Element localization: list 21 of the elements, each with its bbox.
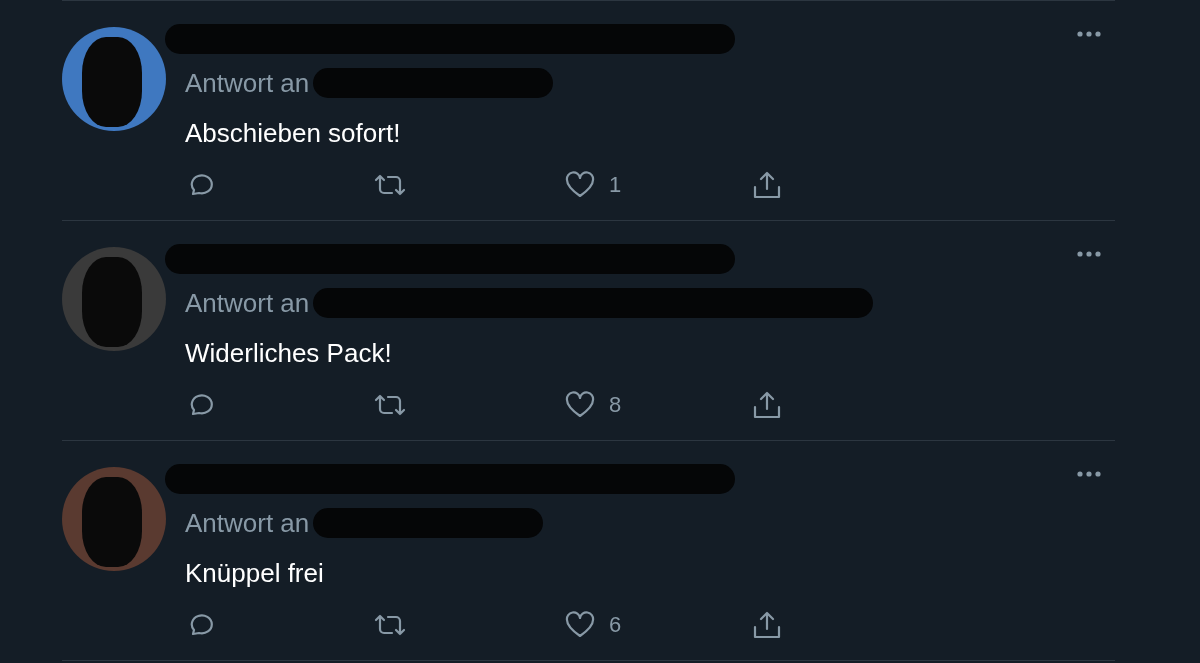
more-icon[interactable]	[1077, 251, 1101, 257]
reply-label: Antwort an	[185, 507, 310, 540]
tweet-text: Widerliches Pack!	[185, 337, 393, 370]
retweet-icon[interactable]	[373, 392, 407, 418]
reply-label: Antwort an	[185, 287, 310, 320]
reply-label: Antwort an	[185, 67, 310, 100]
share-icon[interactable]	[752, 610, 782, 640]
tweet-text: Abschieben sofort!	[185, 117, 402, 150]
like-count: 6	[609, 612, 622, 638]
more-icon[interactable]	[1077, 31, 1101, 37]
like-count: 1	[609, 172, 622, 198]
heart-icon[interactable]	[565, 391, 595, 419]
tweet-text: Knüppel frei	[185, 557, 325, 590]
share-icon[interactable]	[752, 390, 782, 420]
more-icon[interactable]	[1077, 471, 1101, 477]
share-icon[interactable]	[752, 170, 782, 200]
retweet-icon[interactable]	[373, 172, 407, 198]
like-count: 8	[609, 392, 622, 418]
heart-icon[interactable]	[565, 171, 595, 199]
retweet-icon[interactable]	[373, 612, 407, 638]
heart-icon[interactable]	[565, 611, 595, 639]
